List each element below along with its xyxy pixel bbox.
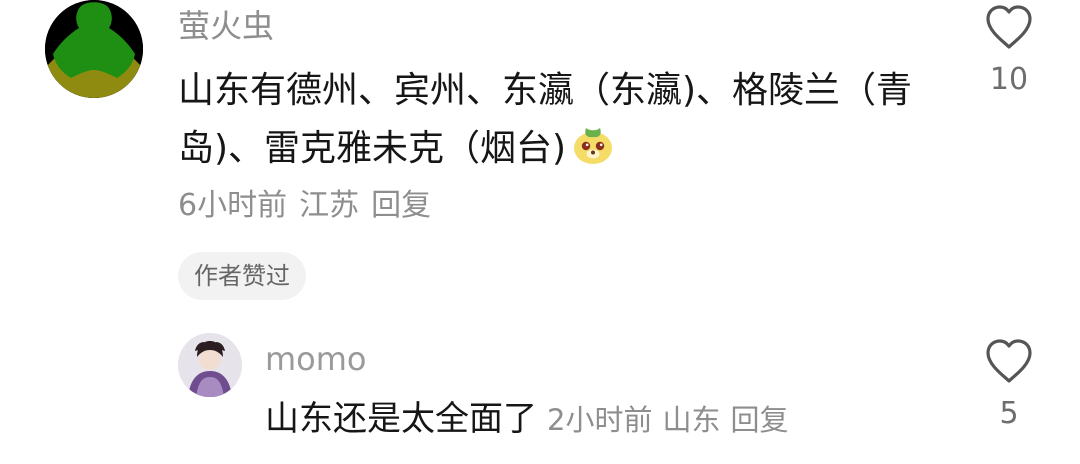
main-comment-username[interactable]: 萤火虫 (178, 6, 274, 46)
main-comment-location: 江苏 (299, 188, 360, 223)
reply-comment-meta: 2小时前 山东 回复 (547, 403, 798, 437)
reply-comment-username[interactable]: momo (265, 338, 367, 380)
heart-outline-icon[interactable] (984, 338, 1034, 384)
reply-comment-text: 山东还是太全面了 (265, 399, 537, 439)
author-liked-badge: 作者赞过 (178, 252, 306, 300)
main-comment-text: 山东有德州、宾州、东瀛（东瀛)、格陵兰（青岛)、雷克雅未克（烟台) (178, 62, 918, 178)
avatar-reply-user[interactable] (178, 333, 242, 397)
main-comment-reply-button[interactable]: 回复 (371, 188, 431, 223)
main-comment-like[interactable]: 10 (979, 4, 1039, 98)
reply-comment-time: 2小时前 (547, 403, 653, 437)
reply-comment-like[interactable]: 5 (979, 338, 1039, 432)
heart-outline-icon[interactable] (984, 4, 1034, 50)
avatar-main-image (45, 0, 143, 98)
main-comment-time: 6小时前 (178, 188, 288, 223)
main-comment-text-body: 山东有德州、宾州、东瀛（东瀛)、格陵兰（青岛)、雷克雅未克（烟台) (178, 70, 913, 169)
reply-comment-like-count: 5 (999, 396, 1019, 431)
dog-face-emoji-icon (570, 122, 616, 168)
reply-comment-line: 山东还是太全面了 2小时前 山东 回复 (265, 395, 798, 444)
avatar-reply-image (178, 333, 242, 397)
main-comment-like-count: 10 (989, 62, 1029, 97)
reply-comment-location: 山东 (662, 403, 721, 437)
avatar-main-user[interactable] (45, 0, 143, 98)
main-comment-meta: 6小时前 江苏 回复 (178, 186, 443, 226)
reply-comment-reply-button[interactable]: 回复 (730, 403, 788, 437)
